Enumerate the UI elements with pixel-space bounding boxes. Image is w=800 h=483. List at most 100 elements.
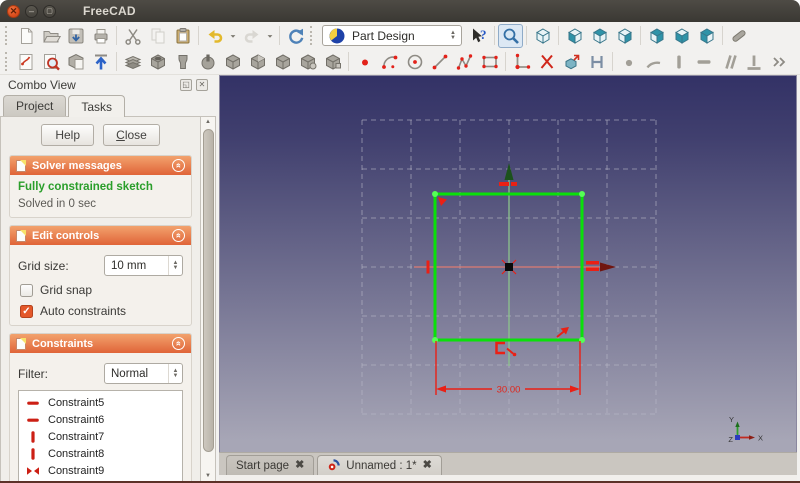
cube-rear-icon[interactable] [644, 24, 669, 48]
rectangle-icon[interactable] [477, 50, 502, 74]
copy-icon[interactable] [145, 24, 170, 48]
grid-snap-checkbox[interactable] [20, 284, 33, 297]
toolbar-drag-handle[interactable] [310, 26, 314, 45]
spinner-arrows-icon[interactable]: ▲▼ [168, 364, 182, 383]
overflow-icon[interactable] [766, 50, 791, 74]
edit-controls-title: Edit controls [32, 230, 99, 242]
mirrored-icon[interactable] [295, 50, 320, 74]
scroll-up-icon[interactable]: ▲ [201, 117, 215, 128]
axes-icon[interactable] [509, 50, 534, 74]
auto-constraints-checkbox[interactable]: ✓ [20, 305, 33, 318]
paste-icon[interactable] [170, 24, 195, 48]
close-button[interactable]: Close [103, 124, 160, 146]
document-tab[interactable]: Unnamed : 1*✖ [317, 455, 442, 475]
sketch-leave-icon[interactable] [88, 50, 113, 74]
circle-icon[interactable] [402, 50, 427, 74]
sketch-vertex[interactable] [432, 191, 438, 197]
constraint-list-item[interactable]: Constraint9 [19, 462, 182, 479]
groove-icon[interactable] [195, 50, 220, 74]
fit-all-icon[interactable] [498, 24, 523, 48]
redo-icon[interactable] [239, 24, 264, 48]
new-icon[interactable] [13, 24, 38, 48]
sketch-map-icon[interactable] [63, 50, 88, 74]
window-minimize-button[interactable]: – [25, 5, 38, 18]
3d-viewport[interactable]: 30.00 X Y Z [219, 75, 797, 452]
draft-icon[interactable] [270, 50, 295, 74]
open-icon[interactable] [38, 24, 63, 48]
c-perpendicular-icon[interactable] [741, 50, 766, 74]
constraint-list-item[interactable]: Constraint8 [19, 445, 182, 462]
toolbar-drag-handle[interactable] [5, 52, 9, 71]
arc-icon[interactable] [377, 50, 402, 74]
constraints-header[interactable]: Constraints « [10, 334, 191, 353]
cube-bottom-icon[interactable] [669, 24, 694, 48]
tab-close-icon[interactable]: ✖ [423, 460, 432, 471]
validate-icon[interactable] [559, 50, 584, 74]
cube-front-icon[interactable] [562, 24, 587, 48]
c-tangent-icon[interactable] [641, 50, 666, 74]
c-point-icon[interactable] [616, 50, 641, 74]
titlebar[interactable]: ✕ – ▢ FreeCAD [0, 0, 800, 22]
caret-icon[interactable] [227, 24, 239, 48]
dock-close-icon[interactable]: ✕ [196, 79, 208, 91]
constraints-title: Constraints [32, 338, 93, 350]
tab-close-icon[interactable]: ✖ [295, 460, 304, 471]
pad-icon[interactable] [120, 50, 145, 74]
chamfer-icon[interactable] [245, 50, 270, 74]
sketch-new-icon[interactable] [13, 50, 38, 74]
cube-axo-icon[interactable] [530, 24, 555, 48]
toolbar-drag-handle[interactable] [5, 26, 9, 45]
filter-combobox[interactable]: Normal ▲▼ [104, 363, 183, 384]
collapse-icon[interactable]: « [172, 159, 185, 172]
scrollbar-thumb[interactable] [203, 129, 214, 452]
polyline-icon[interactable] [452, 50, 477, 74]
constraint-list-item[interactable]: Constraint6 [19, 411, 182, 428]
refresh-icon[interactable] [283, 24, 308, 48]
cube-right-icon[interactable] [612, 24, 637, 48]
sketch-x-axis[interactable] [414, 263, 616, 272]
trim-icon[interactable] [534, 50, 559, 74]
pocket-icon[interactable] [145, 50, 170, 74]
window-maximize-button[interactable]: ▢ [43, 5, 56, 18]
panel-scrollbar[interactable]: ▲ ▼ [200, 117, 215, 482]
collapse-icon[interactable]: « [172, 229, 185, 242]
constraint-list-item[interactable]: Constraint5 [19, 394, 182, 411]
solver-messages-header[interactable]: Solver messages « [10, 156, 191, 175]
toolbar-separator [722, 26, 723, 45]
spinner-arrows-icon[interactable]: ▲▼ [450, 31, 458, 40]
grid-size-spinbox[interactable]: 10 mm ▲▼ [104, 255, 183, 276]
c-horizontal-icon[interactable] [691, 50, 716, 74]
sketch-vertex[interactable] [432, 337, 438, 343]
sketch-vertex[interactable] [579, 191, 585, 197]
pattern-icon[interactable] [320, 50, 345, 74]
fillet-icon[interactable] [220, 50, 245, 74]
measure-icon[interactable] [726, 24, 751, 48]
document-tab[interactable]: Start page✖ [226, 455, 314, 475]
c-vertical-icon[interactable] [666, 50, 691, 74]
collapse-icon[interactable]: « [172, 337, 185, 350]
caret-icon[interactable] [264, 24, 276, 48]
dock-float-icon[interactable]: ◱ [180, 79, 192, 91]
dimension-value[interactable]: 30.00 [497, 385, 521, 396]
cube-left-icon[interactable] [694, 24, 719, 48]
revolution-icon[interactable] [170, 50, 195, 74]
window-close-button[interactable]: ✕ [7, 5, 20, 18]
workbench-selector[interactable]: Part Design▲▼ [322, 25, 462, 46]
undo-icon[interactable] [202, 24, 227, 48]
constraint-list-item[interactable]: Constraint7 [19, 428, 182, 445]
point-icon[interactable] [352, 50, 377, 74]
spinner-arrows-icon[interactable]: ▲▼ [168, 256, 182, 275]
tab-tasks[interactable]: Tasks [68, 95, 125, 117]
cut-icon[interactable] [120, 24, 145, 48]
print-icon[interactable] [88, 24, 113, 48]
help-button[interactable]: Help [41, 124, 94, 146]
sketch-edit-icon[interactable] [38, 50, 63, 74]
edit-controls-header[interactable]: Edit controls « [10, 226, 191, 245]
tab-project[interactable]: Project [3, 95, 66, 116]
cube-top-icon[interactable] [587, 24, 612, 48]
save-icon[interactable] [63, 24, 88, 48]
c-parallel-icon[interactable] [716, 50, 741, 74]
external-icon[interactable] [584, 50, 609, 74]
line-icon[interactable] [427, 50, 452, 74]
whats-this-icon[interactable]: ? [466, 24, 491, 48]
